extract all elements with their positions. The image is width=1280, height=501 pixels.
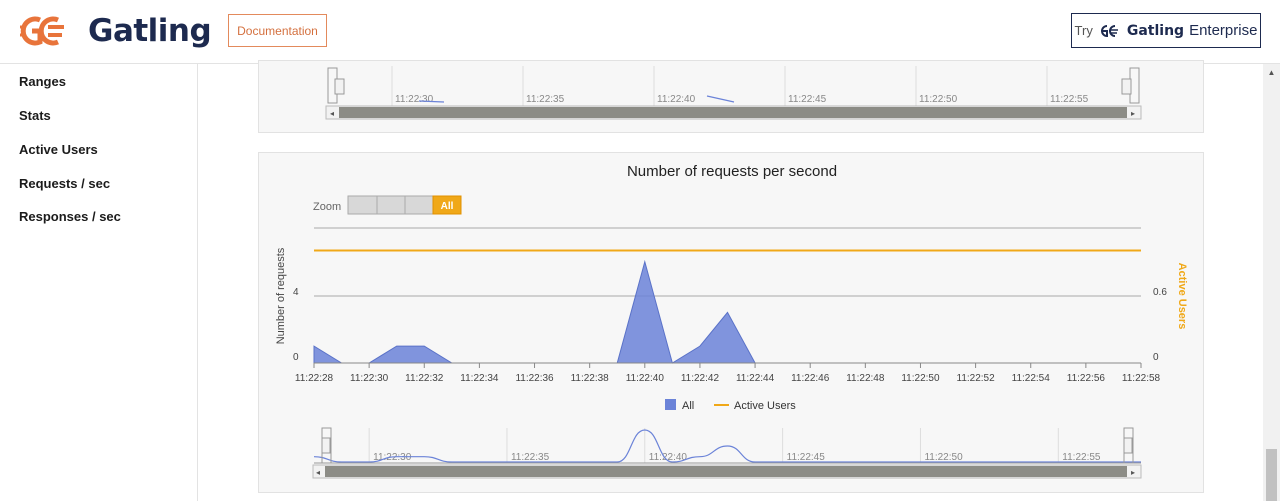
zoom-button-all-label: All bbox=[441, 201, 454, 212]
scroll-up-arrow-icon[interactable]: ▲ bbox=[1263, 64, 1280, 81]
top-navigator-tick-label: 11:22:40 bbox=[657, 94, 696, 105]
top-navigator-tick-label: 11:22:50 bbox=[919, 94, 958, 105]
chart-title: Number of requests per second bbox=[627, 163, 837, 180]
top-navigator-tick-label: 11:22:45 bbox=[788, 94, 827, 105]
gatling-logo-icon bbox=[20, 16, 64, 46]
enterprise-try-label: Try bbox=[1074, 23, 1093, 38]
top-bar: Gatling Documentation Try Gatling Enterp… bbox=[0, 0, 1280, 64]
x-tick-label: 11:22:34 bbox=[460, 373, 499, 384]
y-right-tick-0: 0 bbox=[1153, 352, 1159, 363]
sidebar: Ranges Stats Active Users Requests / sec… bbox=[0, 64, 198, 501]
navigator-tick-label: 11:22:45 bbox=[787, 452, 826, 463]
top-navigator-left-arrow-icon[interactable]: ◂ bbox=[330, 109, 334, 118]
x-tick-label: 11:22:40 bbox=[626, 373, 665, 384]
sidebar-item-stats[interactable]: Stats bbox=[19, 108, 51, 123]
x-tick-label: 11:22:38 bbox=[571, 373, 610, 384]
x-tick-label: 11:22:48 bbox=[846, 373, 885, 384]
x-tick-label: 11:22:28 bbox=[295, 373, 334, 384]
top-navigator-tick-label: 11:22:55 bbox=[1050, 94, 1089, 105]
y-left-tick-4: 4 bbox=[293, 287, 299, 298]
requests-per-second-chart: Number of requests per second Zoom All N… bbox=[275, 163, 1188, 479]
sidebar-item-responses-sec[interactable]: Responses / sec bbox=[19, 209, 121, 224]
navigator-tick-label: 11:22:50 bbox=[924, 452, 963, 463]
navigator-series-line bbox=[313, 429, 1141, 463]
zoom-button-2[interactable] bbox=[376, 195, 406, 215]
x-tick-label: 11:22:58 bbox=[1122, 373, 1161, 384]
navigator-scrollbar-thumb[interactable] bbox=[325, 466, 1127, 477]
navigator-left-arrow-icon[interactable]: ◂ bbox=[316, 468, 320, 477]
top-navigator-left-handle[interactable] bbox=[334, 78, 345, 95]
documentation-button[interactable]: Documentation bbox=[228, 14, 327, 47]
y-right-tick-0-6: 0.6 bbox=[1153, 287, 1167, 298]
x-tick-label: 11:22:44 bbox=[736, 373, 775, 384]
navigator-tick-label: 11:22:35 bbox=[511, 452, 550, 463]
zoom-button-3[interactable] bbox=[404, 195, 434, 215]
x-tick-label: 11:22:54 bbox=[1012, 373, 1051, 384]
x-tick-label: 11:22:46 bbox=[791, 373, 830, 384]
navigator-left-handle[interactable] bbox=[321, 437, 331, 454]
top-navigator-right-handle[interactable] bbox=[1121, 78, 1132, 95]
navigator-right-arrow-icon[interactable]: ▸ bbox=[1131, 468, 1135, 477]
page-scrollbar[interactable]: ▲ bbox=[1263, 64, 1280, 501]
x-tick-label: 11:22:32 bbox=[405, 373, 444, 384]
top-navigator-tick-label: 11:22:30 bbox=[395, 94, 434, 105]
sidebar-item-active-users[interactable]: Active Users bbox=[19, 142, 98, 157]
top-navigator: 11:22:30 11:22:35 11:22:40 11:22:45 11:22:50… bbox=[325, 66, 1142, 120]
x-tick-label: 11:22:52 bbox=[957, 373, 996, 384]
sidebar-item-requests-sec[interactable]: Requests / sec bbox=[19, 176, 110, 191]
top-navigator-tick-label: 11:22:35 bbox=[526, 94, 565, 105]
sidebar-item-ranges[interactable]: Ranges bbox=[19, 74, 66, 89]
top-navigator-right-arrow-icon[interactable]: ▸ bbox=[1131, 109, 1135, 118]
zoom-label: Zoom bbox=[313, 201, 341, 213]
x-tick-label: 11:22:36 bbox=[515, 373, 554, 384]
top-navigator-scrollbar-thumb[interactable] bbox=[339, 107, 1127, 118]
previous-chart-panel: 11:22:30 11:22:35 11:22:40 11:22:45 11:22:50… bbox=[258, 60, 1204, 133]
gatling-enterprise-button[interactable]: Try Gatling Enterprise bbox=[1071, 13, 1261, 48]
gatling-mini-logo-icon bbox=[1100, 24, 1118, 37]
enterprise-suffix-label: Enterprise bbox=[1189, 22, 1258, 39]
x-tick-label: 11:22:50 bbox=[901, 373, 940, 384]
requests-per-second-panel: Number of requests per second Zoom All N… bbox=[258, 152, 1204, 493]
x-tick-label: 11:22:42 bbox=[681, 373, 720, 384]
navigator-tick-label: 11:22:55 bbox=[1062, 452, 1101, 463]
gatling-logo[interactable]: Gatling bbox=[18, 13, 212, 49]
x-tick-label: 11:22:30 bbox=[350, 373, 389, 384]
legend-all-swatch[interactable] bbox=[665, 399, 676, 410]
zoom-button-1[interactable] bbox=[347, 195, 378, 215]
legend-active-users-label[interactable]: Active Users bbox=[734, 400, 796, 412]
brand-name: Gatling bbox=[88, 13, 212, 49]
y-left-tick-0: 0 bbox=[293, 352, 299, 363]
top-navigator-series-2 bbox=[706, 95, 735, 103]
legend-all-label[interactable]: All bbox=[682, 400, 694, 412]
navigator-right-handle[interactable] bbox=[1123, 437, 1133, 454]
enterprise-brand-label: Gatling bbox=[1126, 22, 1185, 39]
y-right-axis-label: Active Users bbox=[1176, 263, 1188, 330]
scroll-thumb[interactable] bbox=[1266, 449, 1277, 501]
y-left-axis-label: Number of requests bbox=[275, 247, 287, 344]
x-tick-label: 11:22:56 bbox=[1067, 373, 1106, 384]
